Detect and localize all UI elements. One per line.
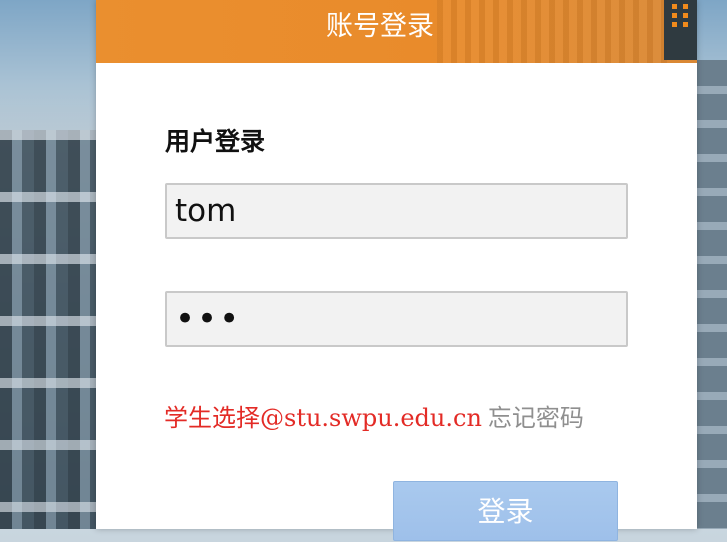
background-building-right	[697, 60, 727, 529]
grid-dots-icon	[672, 4, 688, 27]
hint-row: 学生选择@stu.swpu.edu.cn 忘记密码	[164, 398, 584, 433]
password-input[interactable]	[165, 291, 628, 347]
card-header: 账号登录	[96, 0, 697, 63]
qr-login-toggle[interactable]	[664, 0, 697, 60]
login-card: 账号登录 用户登录 学生选择@stu.swpu.edu.cn忘记密码 登录	[96, 0, 697, 541]
forgot-password-link[interactable]: 忘记密码	[488, 404, 584, 432]
login-heading: 用户登录	[165, 127, 266, 156]
background-building-left	[0, 130, 96, 529]
login-button[interactable]: 登录	[393, 481, 618, 541]
student-email-hint: 学生选择@stu.swpu.edu.cn	[164, 404, 482, 432]
page-title: 账号登录	[326, 11, 434, 42]
username-input[interactable]	[165, 183, 628, 239]
